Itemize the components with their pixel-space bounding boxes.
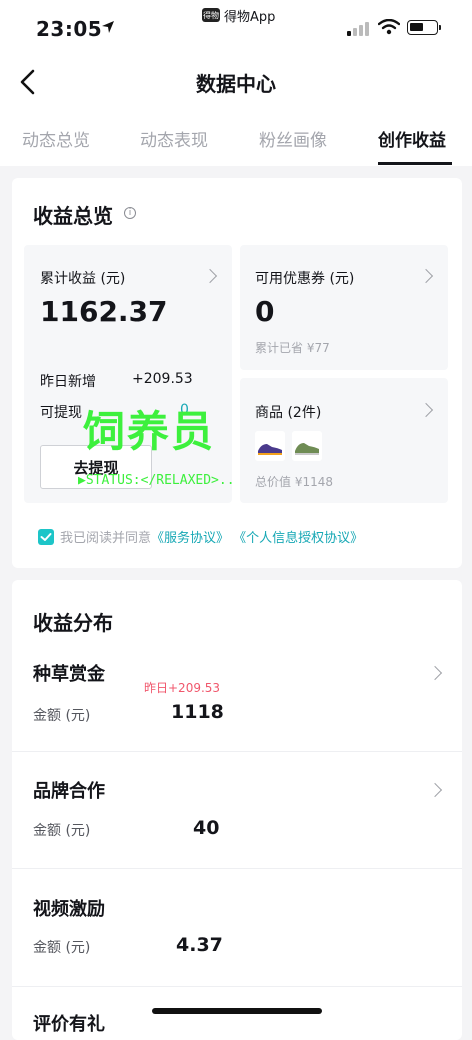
wifi-icon	[378, 19, 400, 35]
withdrawable-label: 可提现	[40, 405, 82, 421]
tab-fans[interactable]: 粉丝画像	[259, 126, 327, 151]
sneaker-thumbnail-icon	[255, 431, 285, 461]
goods-label: 商品 (2件)	[255, 405, 322, 421]
cumulative-label: 累计收益 (元)	[40, 271, 126, 287]
amount-value: 4.37	[176, 934, 223, 956]
amount-value: 40	[193, 817, 220, 839]
distribution-item-name[interactable]: 评价有礼	[33, 1010, 105, 1036]
divider	[12, 751, 462, 752]
checkmark-icon	[40, 533, 52, 541]
distribution-item-name[interactable]: 种草赏金	[33, 660, 105, 686]
coupons-value: 0	[255, 295, 275, 328]
tab-performance[interactable]: 动态表现	[140, 126, 208, 151]
agreement-prefix: 我已阅读并同意	[60, 531, 152, 546]
coupons-label: 可用优惠券 (元)	[255, 271, 355, 287]
agreement-text: 我已阅读并同意《服务协议》 《个人信息授权协议》	[60, 527, 363, 546]
active-tab-indicator	[378, 162, 452, 165]
amount-value: 1118	[171, 701, 224, 723]
battery-icon	[407, 20, 441, 35]
yesterday-label: 昨日新增	[40, 374, 96, 390]
amount-label: 金额 (元)	[33, 940, 91, 956]
overlay-title: 饲养员	[83, 407, 216, 456]
privacy-agreement-link[interactable]: 《个人信息授权协议》	[233, 531, 363, 546]
distribution-title: 收益分布	[33, 611, 113, 635]
info-icon[interactable]: i	[124, 207, 136, 219]
distribution-item-name[interactable]: 视频激励	[33, 895, 105, 921]
tab-overview[interactable]: 动态总览	[22, 126, 90, 151]
signal-icon	[347, 22, 369, 36]
coupons-saved: 累计已省 ¥77	[255, 341, 330, 355]
yesterday-value: +209.53	[132, 371, 193, 387]
app-logo-icon: 得物	[202, 8, 220, 22]
app-badge-label: 得物App	[224, 9, 276, 25]
location-arrow-icon	[102, 21, 114, 33]
status-time: 23:05	[36, 17, 103, 41]
overlay-status: ▶STATUS:</RELAXED>..	[78, 473, 235, 488]
divider	[12, 868, 462, 869]
tab-bar: 动态总览 动态表现 粉丝画像 创作收益	[0, 120, 472, 166]
app-badge: 得物 得物App	[202, 6, 276, 25]
cumulative-value: 1162.37	[40, 295, 168, 328]
sneaker-thumbnail-icon	[292, 431, 322, 461]
home-indicator[interactable]	[152, 1008, 322, 1014]
yesterday-badge: 昨日+209.53	[144, 681, 221, 695]
amount-label: 金额 (元)	[33, 708, 91, 724]
tab-earnings[interactable]: 创作收益	[378, 126, 446, 151]
service-agreement-link[interactable]: 《服务协议》	[151, 531, 229, 546]
goods-total: 总价值 ¥1148	[255, 475, 333, 489]
overview-title: 收益总览	[33, 204, 113, 228]
distribution-item-name[interactable]: 品牌合作	[33, 777, 105, 803]
amount-label: 金额 (元)	[33, 823, 91, 839]
earnings-distribution-card	[12, 580, 462, 1040]
page-title: 数据中心	[196, 72, 276, 96]
agreement-checkbox[interactable]	[38, 529, 54, 545]
divider	[12, 986, 462, 987]
